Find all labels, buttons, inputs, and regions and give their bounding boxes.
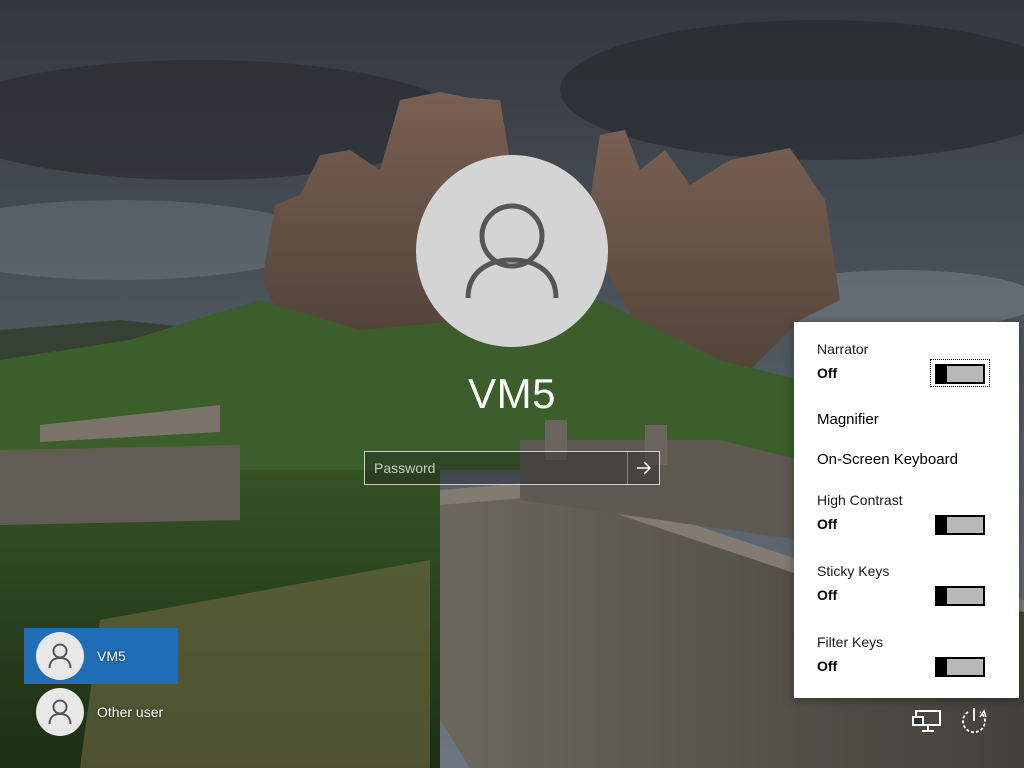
on-screen-keyboard-button[interactable]: On-Screen Keyboard (817, 451, 1002, 468)
high-contrast-label: High Contrast (817, 492, 903, 508)
magnifier-button[interactable]: Magnifier (817, 411, 1002, 428)
user-tile-label: VM5 (97, 648, 126, 664)
submit-button[interactable] (627, 452, 659, 484)
user-silhouette-icon (48, 643, 72, 669)
arrow-right-icon (636, 461, 651, 475)
user-list: VM5 Other user (24, 628, 184, 740)
toggle-knob (937, 517, 947, 533)
toggle-knob (937, 588, 947, 604)
high-contrast-toggle[interactable] (935, 515, 985, 535)
user-avatar-small (36, 688, 84, 736)
sticky-keys-label: Sticky Keys (817, 563, 890, 579)
user-tile-vm5[interactable]: VM5 (24, 628, 178, 684)
user-silhouette-icon (48, 699, 72, 725)
network-button[interactable] (911, 704, 945, 738)
user-avatar-small (36, 632, 84, 680)
password-input[interactable] (365, 452, 627, 484)
user-silhouette-icon (465, 203, 559, 299)
user-avatar (416, 155, 608, 347)
network-icon (912, 710, 941, 732)
sticky-keys-toggle[interactable] (935, 586, 985, 606)
toggle-knob (937, 659, 947, 675)
narrator-toggle[interactable] (935, 364, 985, 384)
toggle-knob (937, 366, 947, 382)
filter-keys-label: Filter Keys (817, 634, 884, 650)
narrator-label: Narrator (817, 341, 869, 357)
filter-keys-toggle[interactable] (935, 657, 985, 677)
user-name: VM5 (468, 370, 556, 417)
ease-of-access-button[interactable] (957, 704, 991, 738)
power-icon (962, 708, 987, 734)
ease-of-access-panel: Narrator Off Magnifier On-Screen Keyboar… (794, 322, 1019, 698)
user-tile-other-user[interactable]: Other user (24, 684, 178, 740)
user-tile-label: Other user (97, 704, 164, 720)
password-box (364, 451, 660, 485)
